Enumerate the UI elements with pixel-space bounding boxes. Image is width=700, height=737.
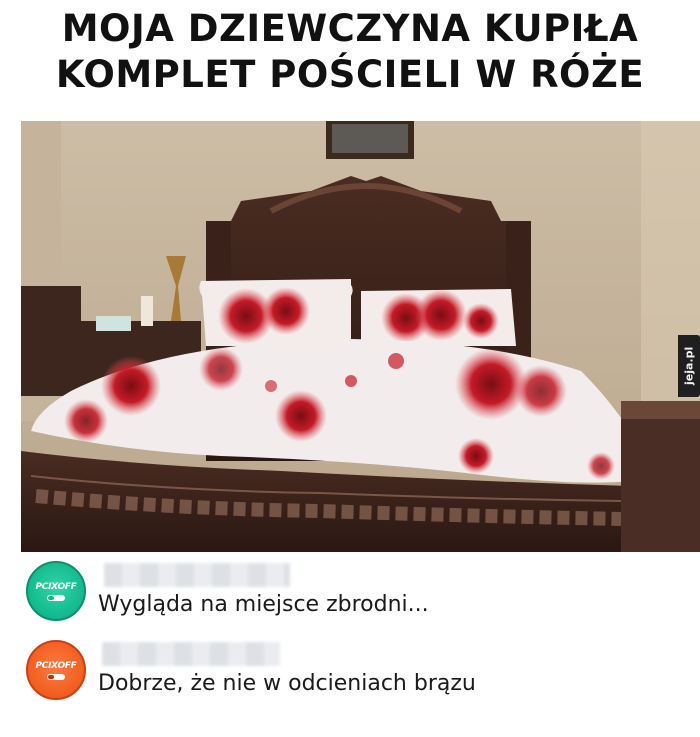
avatar-label: PCIXOFF bbox=[35, 660, 77, 671]
bedroom-photo bbox=[21, 121, 700, 552]
comment-item: PCIXOFF Dobrze, że nie w odcieniach brąz… bbox=[26, 640, 666, 702]
title-line-1: MOJA DZIEWCZYNA KUPIŁA bbox=[61, 7, 639, 50]
meme-title: MOJA DZIEWCZYNA KUPIŁA KOMPLET POŚCIELI … bbox=[0, 6, 700, 98]
avatar-label: PCIXOFF bbox=[35, 581, 77, 592]
comment-item: PCIXOFF Wygląda na miejsce zbrodni... bbox=[26, 561, 666, 623]
toggle-icon bbox=[47, 673, 65, 680]
comment-text: Dobrze, że nie w odcieniach brązu bbox=[98, 671, 476, 696]
avatar[interactable]: PCIXOFF bbox=[26, 640, 86, 700]
blurred-username bbox=[102, 642, 280, 666]
toggle-icon bbox=[47, 594, 65, 601]
comment-text: Wygląda na miejsce zbrodni... bbox=[98, 592, 429, 617]
title-line-2: KOMPLET POŚCIELI W RÓŻE bbox=[55, 53, 645, 96]
jeja-watermark: jeja.pl bbox=[678, 335, 700, 397]
blurred-username bbox=[104, 563, 290, 587]
avatar[interactable]: PCIXOFF bbox=[26, 561, 86, 621]
